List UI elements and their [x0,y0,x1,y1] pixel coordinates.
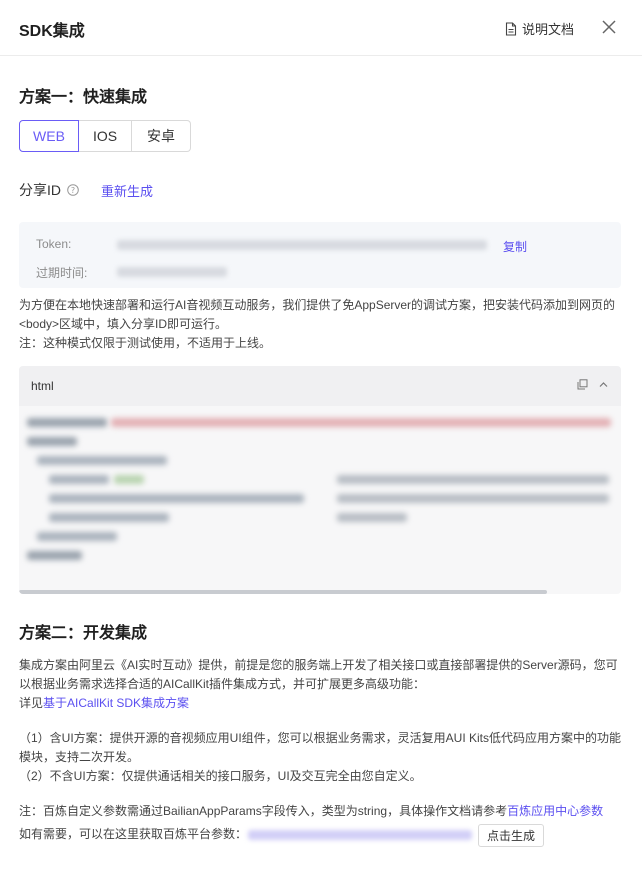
collapse-icon[interactable] [598,379,609,390]
plan1-desc-line1: 为方便在本地快速部署和运行AI音视频互动服务，我们提供了免AppServer的调… [19,298,616,312]
drawer-header: SDK集成 说明文档 [0,0,642,56]
drawer-title: SDK集成 [19,23,85,40]
plan2-options: （1）含UI方案：提供开源的音视频应用UI组件，您可以根据业务需求，灵活复用AU… [19,729,623,786]
option1-line1: （1）含UI方案：提供开源的音视频应用UI组件，您可以根据业务需求，灵活复用AU… [19,731,622,745]
tab-android[interactable]: 安卓 [132,120,191,152]
plan2-description: 集成方案由阿里云《AI实时互动》提供，前提是您的服务端上开发了相关接口或直接部署… [19,656,623,713]
sdk-integration-link[interactable]: 基于AICallKit SDK集成方案 [43,696,189,710]
copy-button[interactable]: 复制 [503,238,527,255]
share-id-label: 分享ID [19,182,61,198]
detail-prefix: 详见 [19,696,44,710]
share-id-row: 分享ID ? 重新生成 [19,180,153,200]
option2-line: （2）不含UI方案：仅提供通话相关的接口服务，UI及交互完全由您自定义。 [19,769,422,783]
close-icon[interactable] [599,17,619,37]
doc-link[interactable]: 说明文档 [505,19,574,38]
token-value-redacted [117,240,487,250]
code-line-redacted [337,475,609,484]
code-line-redacted [111,418,611,427]
tab-web[interactable]: WEB [19,120,79,152]
svg-text:?: ? [71,186,75,195]
plan1-description: 为方便在本地快速部署和运行AI音视频互动服务，我们提供了免AppServer的调… [19,296,623,353]
code-line-redacted [27,418,107,427]
code-line-redacted [27,437,77,446]
generate-button[interactable]: 点击生成 [478,824,544,847]
code-header: html [19,366,621,406]
doc-link-label: 说明文档 [522,22,575,37]
token-box: Token: 复制 过期时间: [19,222,621,288]
code-line-redacted [49,494,304,503]
code-line-redacted [337,513,407,522]
regenerate-button[interactable]: 重新生成 [101,181,153,200]
plan2-desc-line2: 以根据业务需求选择合适的AICallKit插件集成方式，并可扩展更多高级功能： [19,677,426,691]
copy-code-icon[interactable] [577,379,588,390]
code-language: html [31,379,54,393]
help-icon[interactable]: ? [67,184,79,196]
bailian-params-redacted [248,830,472,840]
plan1-desc-line2: <body>区域中，填入分享ID即可运行。 [19,317,228,331]
expire-value-redacted [117,267,227,277]
code-line-redacted [37,532,117,541]
platform-tabs: WEB IOS 安卓 [19,120,191,152]
plan2-desc-line1: 集成方案由阿里云《AI实时互动》提供，前提是您的服务端上开发了相关接口或直接部署… [19,658,618,672]
plan1-note: 注：这种模式仅限于测试使用，不适用于上线。 [19,336,272,350]
code-line-redacted [49,513,169,522]
plan2-note-row: 注：百炼自定义参数需通过BailianAppParams字段传入，类型为stri… [19,802,623,821]
option1-line2: 模块，支持二次开发。 [19,750,140,764]
fetch-params-label: 如有需要，可以在这里获取百炼平台参数： [19,827,248,841]
code-block: html [19,366,621,594]
code-scrollbar[interactable] [19,590,547,594]
bailian-note: 注：百炼自定义参数需通过BailianAppParams字段传入，类型为stri… [19,804,508,818]
code-line-redacted [114,475,144,484]
expire-label: 过期时间: [36,266,88,280]
tab-ios[interactable]: IOS [79,120,132,152]
code-line-redacted [27,551,82,560]
bailian-params-link[interactable]: 百炼应用中心参数 [507,804,603,818]
code-line-redacted [337,494,609,503]
document-icon [505,21,517,36]
plan2-title: 方案二：开发集成 [19,625,148,642]
code-line-redacted [37,456,167,465]
plan2-detail-row: 详见基于AICallKit SDK集成方案 [19,694,623,713]
token-label: Token: [36,237,72,251]
code-line-redacted [49,475,109,484]
plan1-title: 方案一：快速集成 [19,89,148,106]
